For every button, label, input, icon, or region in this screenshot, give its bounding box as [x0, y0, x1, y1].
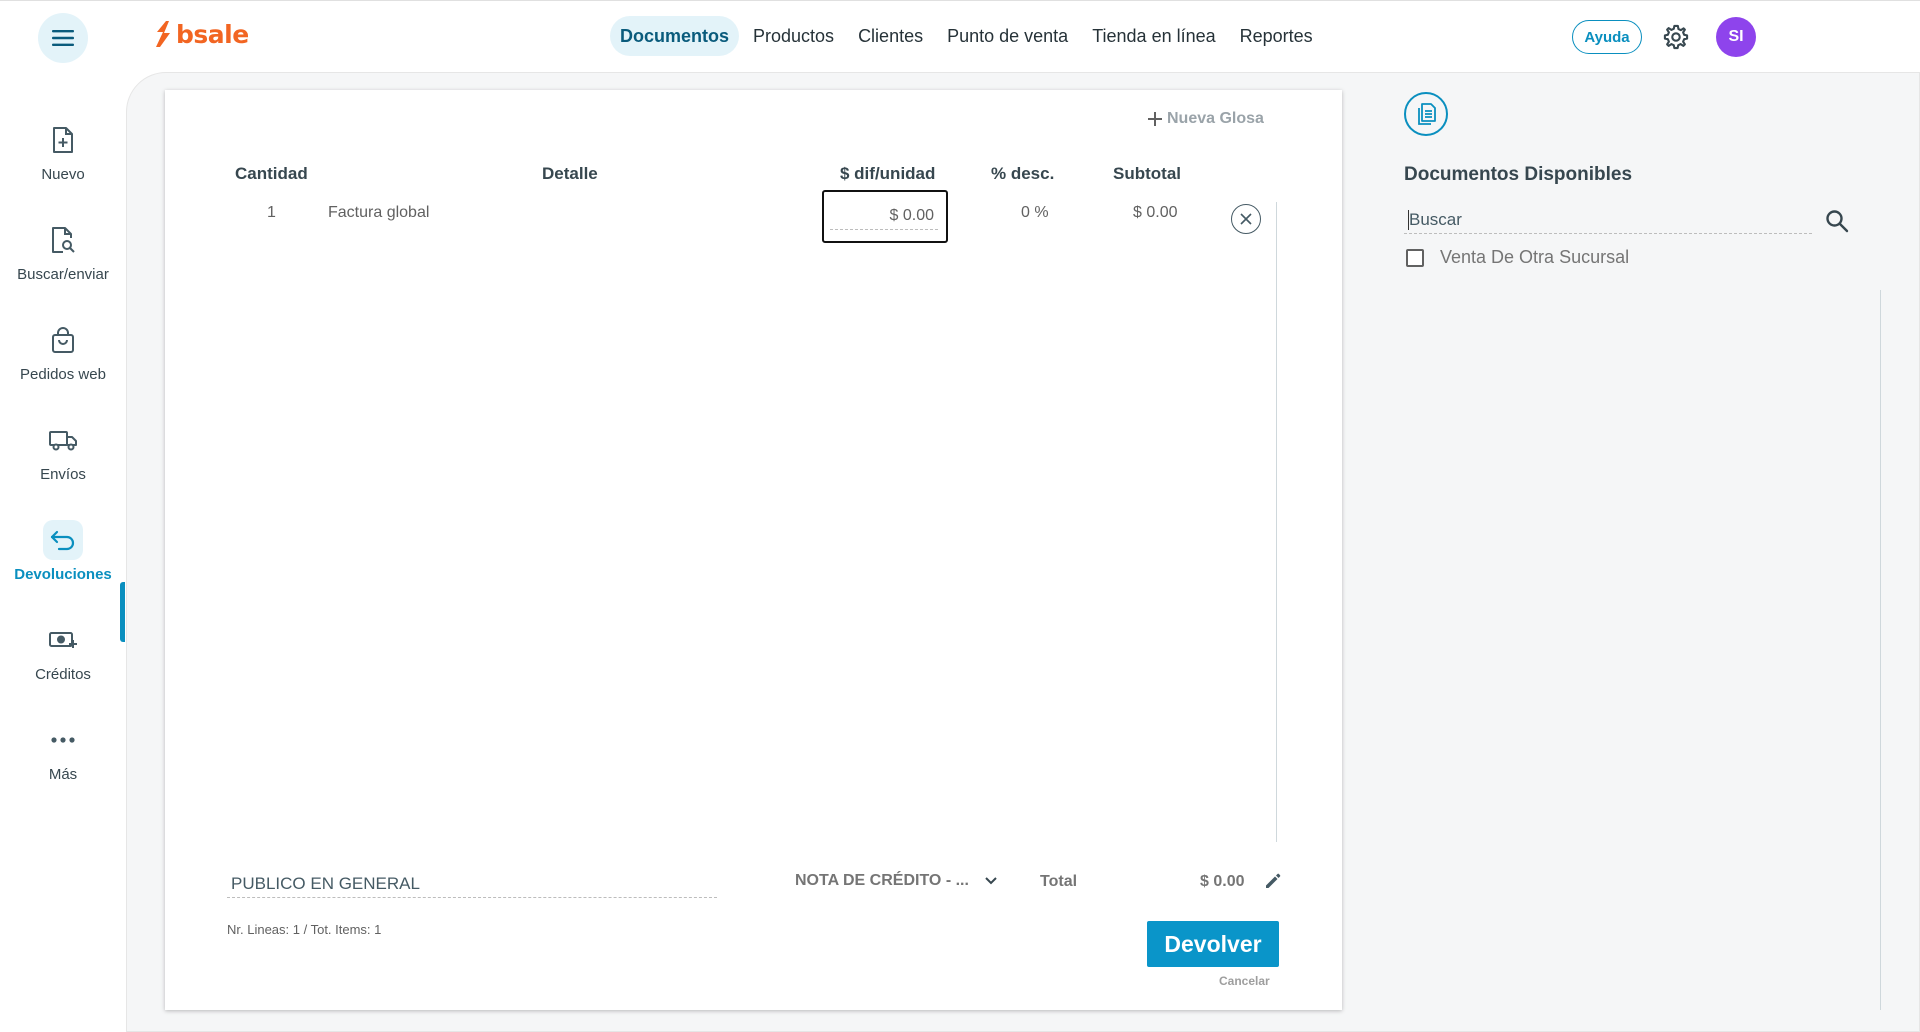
sidebar-item-label: Nuevo	[41, 166, 85, 183]
sidebar-item-label: Devoluciones	[14, 566, 112, 583]
panel-divider	[1880, 290, 1881, 1010]
sidebar-item-pedidos-web[interactable]: Pedidos web	[0, 308, 126, 398]
return-button[interactable]: Devolver	[1147, 921, 1279, 967]
client-field[interactable]: PUBLICO EN GENERAL	[227, 870, 717, 898]
sidebar-item-mas[interactable]: Más	[0, 708, 126, 798]
row-quantity: 1	[267, 204, 276, 221]
sidebar-item-label: Buscar/enviar	[17, 266, 109, 283]
documents-icon	[1418, 103, 1436, 125]
total-value: $ 0.00	[1200, 873, 1245, 890]
cancel-link[interactable]: Cancelar	[1219, 974, 1270, 988]
nav-clientes[interactable]: Clientes	[848, 16, 933, 56]
remove-row-button[interactable]	[1231, 204, 1261, 234]
column-header-desc: % desc.	[991, 164, 1055, 183]
sidebar-item-creditos[interactable]: Créditos	[0, 608, 126, 698]
new-glosa-button[interactable]: Nueva Glosa	[1147, 110, 1264, 128]
row-subtotal: $ 0.00	[1133, 204, 1178, 221]
column-header-detalle: Detalle	[542, 164, 598, 183]
document-type-select[interactable]: NOTA DE CRÉDITO - ...	[795, 872, 997, 890]
file-search-icon	[52, 227, 75, 253]
unit-diff-field-focus[interactable]: $ 0.00	[822, 190, 948, 243]
panel-title: Documentos Disponibles	[1404, 164, 1633, 185]
column-divider	[1276, 202, 1277, 842]
nav-tienda-en-linea[interactable]: Tienda en línea	[1082, 16, 1225, 56]
chevron-down-icon	[985, 877, 997, 885]
gear-icon[interactable]	[1662, 23, 1690, 51]
document-card: Nueva Glosa Cantidad Detalle $ dif/unida…	[165, 90, 1342, 1010]
truck-icon	[49, 431, 77, 451]
other-branch-checkbox-row[interactable]: Venta De Otra Sucursal	[1406, 247, 1629, 268]
row-discount: 0 %	[1021, 204, 1049, 221]
sidebar-item-devoluciones[interactable]: Devoluciones	[0, 508, 126, 598]
top-bar: bsale Documentos Productos Clientes Punt…	[0, 0, 1920, 70]
nav-documentos[interactable]: Documentos	[610, 16, 740, 56]
cash-plus-icon	[49, 632, 77, 648]
row-detail: Factura global	[328, 204, 430, 221]
other-branch-label: Venta De Otra Sucursal	[1440, 247, 1630, 267]
search-input-value: Buscar	[1409, 210, 1462, 229]
shopping-bag-icon	[52, 327, 74, 353]
pencil-icon[interactable]	[1263, 871, 1283, 891]
hamburger-icon	[52, 30, 74, 46]
column-header-subtotal: Subtotal	[1113, 164, 1181, 183]
other-branch-checkbox[interactable]	[1406, 248, 1424, 267]
column-header-cantidad: Cantidad	[235, 164, 308, 183]
sidebar-item-label: Créditos	[35, 666, 91, 683]
document-type-value: NOTA DE CRÉDITO - ...	[795, 872, 969, 889]
more-dots-icon	[51, 737, 75, 743]
search-input[interactable]: Buscar	[1404, 206, 1812, 234]
total-label: Total	[1040, 873, 1078, 890]
bsale-logo[interactable]: bsale	[154, 21, 249, 47]
user-avatar[interactable]: SI	[1716, 17, 1756, 57]
lines-summary: Nr. Lineas: 1 / Tot. Items: 1	[227, 922, 382, 937]
plus-icon	[1148, 112, 1162, 126]
close-icon	[1240, 213, 1252, 225]
column-header-dif-unidad: $ dif/unidad	[840, 164, 936, 183]
nav-productos[interactable]: Productos	[743, 16, 844, 56]
sidebar-item-label: Más	[48, 766, 78, 783]
sidebar-item-envios[interactable]: Envíos	[0, 408, 126, 498]
sidebar-item-buscar-enviar[interactable]: Buscar/enviar	[0, 208, 126, 298]
sidebar: Nuevo Buscar/enviar Pedidos web Envíos D…	[0, 70, 126, 1032]
nav-punto-de-venta[interactable]: Punto de venta	[937, 16, 1078, 56]
file-plus-icon	[53, 127, 73, 153]
available-documents-icon-button[interactable]	[1404, 92, 1448, 136]
logo-text: bsale	[176, 19, 249, 49]
sidebar-item-label: Pedidos web	[20, 366, 106, 383]
new-glosa-label: Nueva Glosa	[1167, 110, 1264, 127]
help-button[interactable]: Ayuda	[1572, 20, 1642, 54]
sidebar-item-nuevo[interactable]: Nuevo	[0, 108, 126, 198]
unit-diff-input[interactable]: $ 0.00	[830, 202, 938, 230]
return-arrow-icon	[50, 530, 75, 551]
menu-button[interactable]	[38, 13, 88, 63]
text-caret	[1408, 210, 1409, 230]
main-nav: Documentos Productos Clientes Punto de v…	[610, 16, 1323, 56]
bsale-bolt-icon	[156, 21, 170, 47]
search-icon[interactable]	[1824, 208, 1850, 234]
nav-reportes[interactable]: Reportes	[1230, 16, 1323, 56]
sidebar-item-label: Envíos	[40, 466, 86, 483]
